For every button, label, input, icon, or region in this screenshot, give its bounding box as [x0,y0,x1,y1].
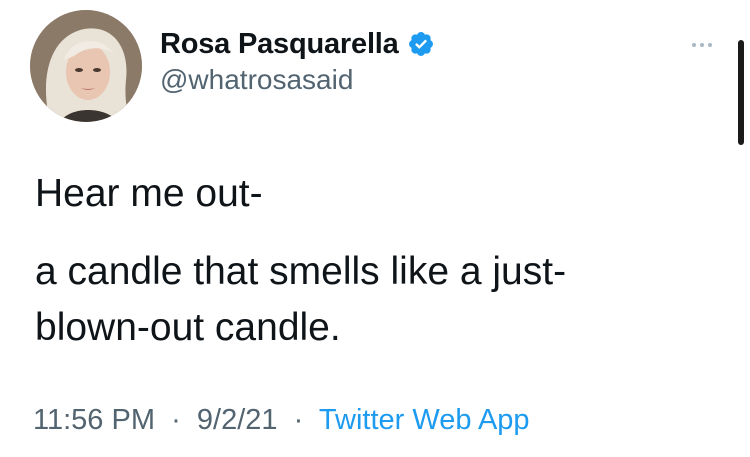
more-dot [692,43,696,47]
tweet-card: Rosa Pasquarella @whatrosasaid Hear me o… [0,0,750,457]
tweet-source-link[interactable]: Twitter Web App [319,404,530,436]
more-dot [708,43,712,47]
scrollbar[interactable] [738,40,744,145]
more-dot [700,43,704,47]
tweet-date[interactable]: 9/2/21 [197,404,278,436]
tweet-text-line: blown-out candle. [35,306,341,349]
meta-separator: · [285,404,312,436]
meta-separator: · [163,404,189,436]
tweet-text-line: Hear me out- [35,172,263,215]
tweet-text-line: a candle that smells like a just- [35,250,567,293]
more-options-icon[interactable] [682,30,722,60]
avatar-image [30,10,142,122]
author-name-row: Rosa Pasquarella [160,24,435,64]
tweet-time[interactable]: 11:56 PM [33,404,155,436]
display-name[interactable]: Rosa Pasquarella [160,28,399,61]
avatar[interactable] [30,10,142,122]
verified-badge-icon [407,30,435,58]
tweet-meta: 11:56 PM · 9/2/21 · Twitter Web App [33,404,530,437]
author-handle[interactable]: @whatrosasaid [160,64,353,96]
